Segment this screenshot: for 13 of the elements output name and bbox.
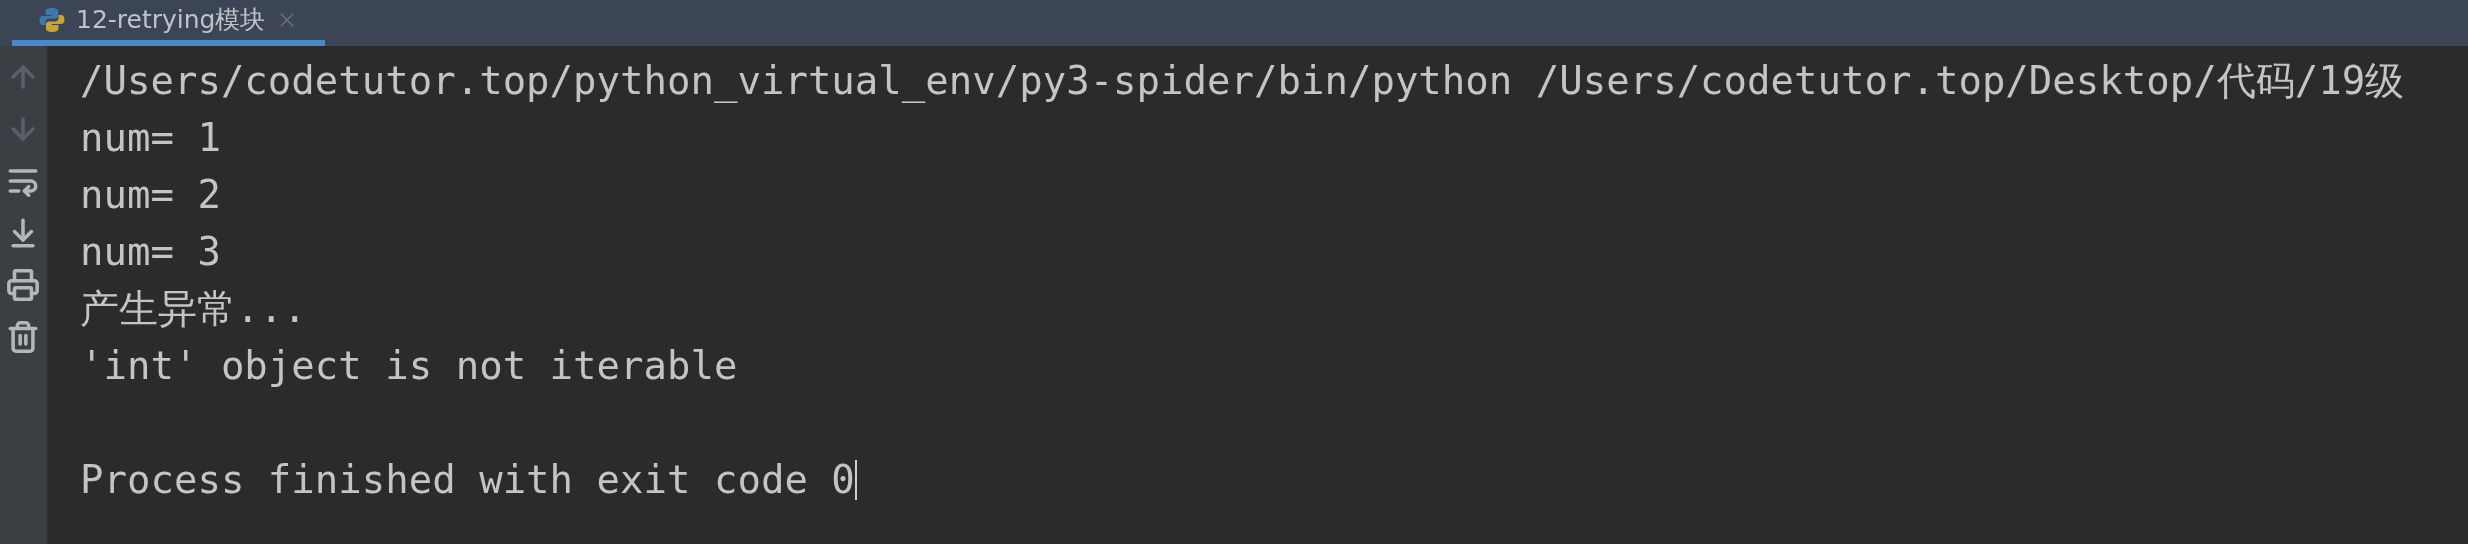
python-icon xyxy=(38,6,66,34)
console-line: /Users/codetutor.top/python_virtual_env/py3-spider/bin/python /Users/codetutor.top/Desktop/代码/19级 xyxy=(80,57,2405,105)
console-line: num= 2 xyxy=(80,171,221,219)
console-line: num= 1 xyxy=(80,114,221,162)
console-line: 'int' object is not iterable xyxy=(80,342,738,390)
printer-icon[interactable] xyxy=(6,268,40,302)
console-line: num= 3 xyxy=(80,228,221,276)
text-cursor xyxy=(854,459,857,500)
console-line: 产生异常... xyxy=(80,285,307,333)
tab-label: 12-retrying模块 xyxy=(76,4,266,37)
editor-tab[interactable]: 12-retrying模块 xyxy=(12,0,326,46)
console-line: Process finished with exit code 0 xyxy=(80,456,855,504)
trash-icon[interactable] xyxy=(6,320,40,354)
